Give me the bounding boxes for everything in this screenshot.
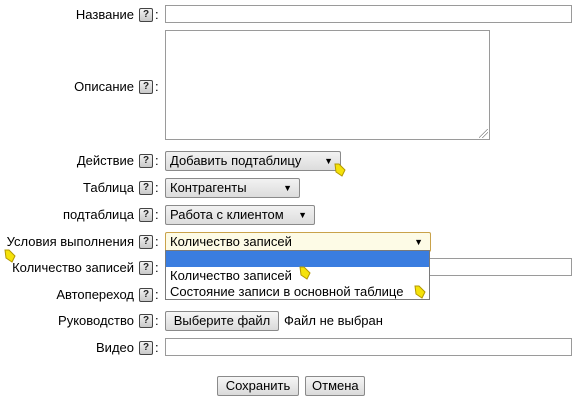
colon: : [155,313,159,328]
chevron-down-icon: ▼ [298,210,307,220]
auto-transition-label: Автопереход [56,287,134,302]
name-input[interactable] [165,5,572,23]
chevron-down-icon: ▼ [414,237,423,247]
colon: : [155,153,159,168]
colon: : [155,287,159,302]
table-row: Таблица ? : Контрагенты ▼ [0,178,580,198]
dropdown-option-blank[interactable] [166,251,429,267]
video-label: Видео [96,340,134,355]
description-row: Описание ? : [0,30,580,142]
help-icon[interactable]: ? [139,235,153,249]
help-icon[interactable]: ? [139,80,153,94]
action-row: Действие ? : Добавить подтаблицу ▼ [0,151,580,171]
help-icon[interactable]: ? [139,8,153,22]
colon: : [155,7,159,22]
help-icon[interactable]: ? [139,288,153,302]
conditions-dropdown-list: Количество записей Состояние записи в ос… [165,250,430,300]
subtable-select[interactable]: Работа с клиентом ▼ [165,205,315,225]
help-icon[interactable]: ? [139,208,153,222]
table-select[interactable]: Контрагенты ▼ [165,178,300,198]
description-textarea[interactable] [165,30,490,140]
help-icon[interactable]: ? [139,341,153,355]
help-icon[interactable]: ? [139,314,153,328]
table-select-value: Контрагенты [170,180,247,195]
table-label: Таблица [83,180,134,195]
video-row: Видео ? : [0,338,580,358]
conditions-select-value: Количество записей [170,234,292,249]
file-status: Файл не выбран [284,313,383,328]
cancel-button[interactable]: Отмена [305,376,365,396]
chevron-down-icon: ▼ [324,156,333,166]
help-icon[interactable]: ? [139,181,153,195]
conditions-label: Условия выполнения [6,234,134,249]
conditions-select[interactable]: Количество записей ▼ [165,232,431,252]
help-icon[interactable]: ? [139,261,153,275]
resize-grip-icon[interactable] [479,129,488,138]
dropdown-option-main-table-state[interactable]: Состояние записи в основной таблице [170,284,403,299]
subtable-select-value: Работа с клиентом [170,207,284,222]
action-label: Действие [76,153,134,168]
name-label: Название [75,7,134,22]
subtable-row: подтаблица ? : Работа с клиентом ▼ [0,205,580,225]
subtable-label: подтаблица [63,207,134,222]
help-icon[interactable]: ? [139,154,153,168]
colon: : [155,79,159,94]
action-select[interactable]: Добавить подтаблицу ▼ [165,151,341,171]
colon: : [155,234,159,249]
video-input[interactable] [165,338,572,356]
action-select-value: Добавить подтаблицу [170,153,302,168]
guide-label: Руководство [58,313,134,328]
description-label: Описание [74,79,134,94]
chevron-down-icon: ▼ [283,183,292,193]
conditions-row: Условия выполнения ? : Количество записе… [0,232,580,252]
colon: : [155,207,159,222]
colon: : [155,340,159,355]
colon: : [155,180,159,195]
choose-file-button[interactable]: Выберите файл [165,311,279,331]
guide-row: Руководство ? : Выберите файл Файл не вы… [0,311,580,331]
dropdown-option-record-count[interactable]: Количество записей [170,268,292,283]
record-count-label: Количество записей [12,260,134,275]
colon: : [155,260,159,275]
name-row: Название ? : [0,5,580,25]
save-button[interactable]: Сохранить [217,376,299,396]
